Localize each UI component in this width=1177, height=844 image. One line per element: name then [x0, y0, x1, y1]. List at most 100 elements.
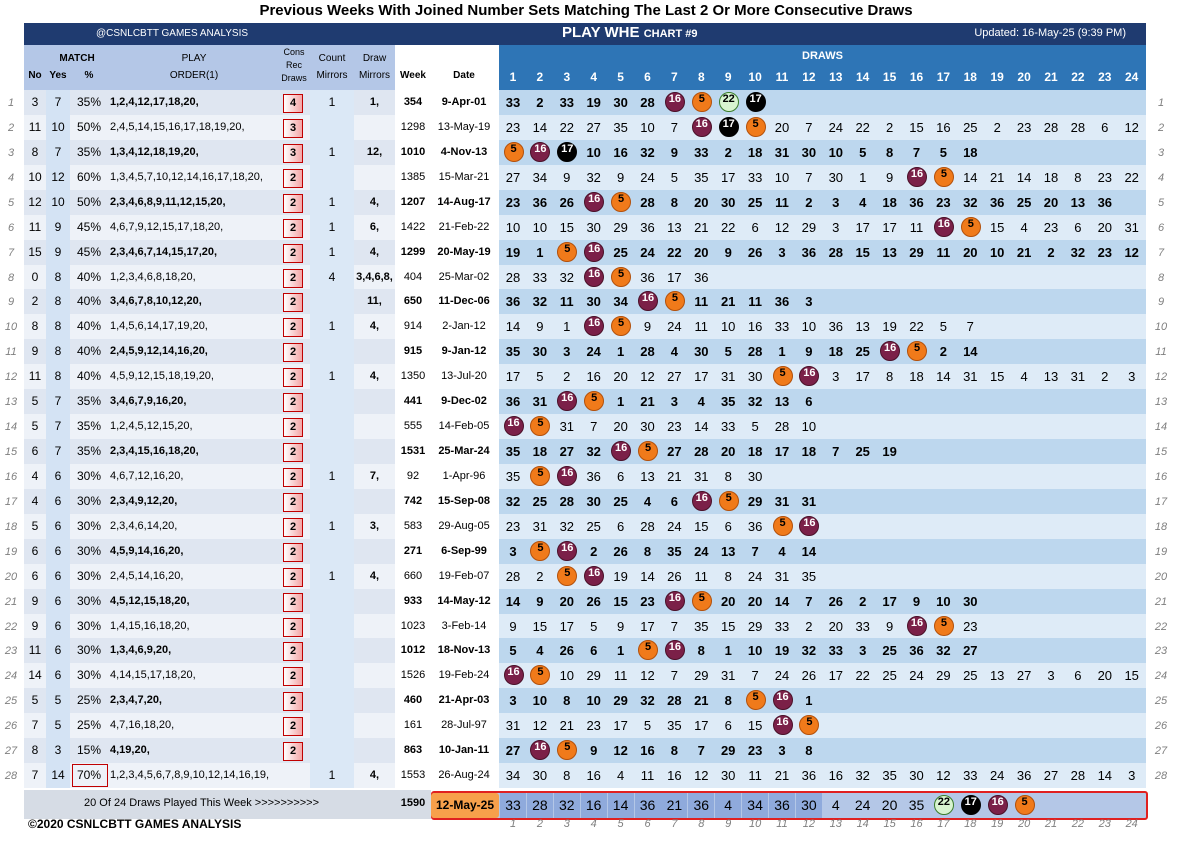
pct-cell: 30%	[76, 668, 102, 683]
yes-cell: 8	[54, 269, 62, 284]
draw-ball: 5	[557, 565, 578, 586]
draw-value: 30	[909, 768, 924, 784]
draw-value: 24	[828, 119, 844, 135]
yes-cell: 6	[54, 568, 62, 583]
no-cell: 11	[28, 119, 42, 134]
draw-value: 1	[616, 344, 625, 360]
draw-value: 35	[720, 394, 736, 410]
table-row: 11 6 30% 1,3,4,6,9,20, 2 1012 18-Nov-13 5 4 26 6 1 5…	[24, 638, 1146, 664]
draw-value: 24	[667, 518, 682, 534]
draw-value: 6	[751, 219, 759, 235]
table-row: 6 6 30% 4,5,9,14,16,20, 2 271 6-Sep-99 3 5 16 2 26 8…	[24, 538, 1146, 564]
play-order-cell: 1,4,15,16,18,20,	[110, 619, 190, 632]
cons-rec-draws-cell: 2	[283, 692, 303, 712]
draw-value: 15	[989, 369, 1005, 385]
draw-value: 5	[590, 618, 598, 634]
draw-value: 2	[1047, 244, 1055, 260]
draw-value: 11	[694, 294, 709, 310]
draw-ball: 22	[718, 92, 739, 112]
draw-ball: 16	[584, 266, 605, 287]
row-index: 25	[4, 695, 18, 708]
draw-value: 4	[1020, 369, 1028, 385]
draw-value: 16	[828, 768, 844, 784]
draw-value: 2	[563, 369, 571, 385]
draw-mirrors-cell	[354, 663, 395, 688]
order-header: ORDER(1)	[169, 70, 219, 81]
yes-cell: 6	[54, 543, 62, 558]
draw-ball: 5	[745, 690, 766, 711]
table-row: 4 6 30% 4,6,7,12,16,20, 2 1 7, 92 1-Apr-96 35 5 16 3…	[24, 463, 1146, 489]
draw-number-12: 12	[802, 70, 816, 84]
week-cell: 863	[403, 744, 423, 757]
draw-value: 1	[859, 169, 867, 185]
draw-value: 20	[559, 593, 575, 609]
yes-cell: 6	[54, 468, 62, 483]
draw-value: 15	[1124, 668, 1139, 684]
draw-value: 15	[747, 718, 763, 734]
draw-value: 18	[801, 444, 817, 460]
draw-value: 17	[774, 444, 790, 460]
row-index: 13	[1154, 396, 1168, 409]
draw-value: 8	[670, 743, 678, 759]
draw-mirrors-cell	[354, 439, 395, 464]
date-cell: 15-Sep-08	[438, 494, 490, 507]
draw-value: 20	[694, 244, 709, 260]
cons-rec-draws-cell: 4	[283, 94, 303, 113]
draw-value: 2	[993, 119, 1001, 135]
current-draw-value: 16	[580, 793, 607, 818]
current-draw-value: 28	[526, 793, 553, 818]
date-cell: 6-Sep-99	[441, 544, 487, 557]
draw-value: 9	[885, 618, 894, 634]
current-draw-value: 4	[831, 797, 840, 813]
draw-value: 3	[832, 194, 840, 210]
draw-value: 3	[832, 219, 840, 235]
date-cell: 9-Dec-02	[441, 395, 487, 408]
week-cell: 555	[403, 420, 423, 433]
draw-ball: 16	[611, 441, 632, 462]
draw-value: 16	[747, 319, 763, 335]
draw-value: 2	[859, 593, 867, 609]
row-index: 7	[7, 246, 15, 259]
draw-value: 16	[586, 369, 601, 385]
cons-rec-draws-cell: 3	[283, 118, 303, 138]
draw-value: 28	[1043, 119, 1059, 135]
draw-value: 32	[855, 768, 870, 784]
draw-number-14: 14	[856, 70, 870, 84]
table-row: 15 9 45% 2,3,4,6,7,14,15,17,20, 2 1 4, 1299 20-M…	[24, 239, 1146, 265]
week-cell: 914	[403, 320, 423, 333]
footer-draw-number: 6	[644, 818, 651, 830]
draw-value: 14	[963, 344, 978, 360]
draw-value: 29	[720, 743, 736, 759]
row-index: 23	[4, 645, 18, 658]
draw-value: 10	[747, 643, 763, 659]
week-cell: 583	[403, 519, 423, 532]
draw-value: 31	[1070, 369, 1086, 385]
count-mirrors-cell: 1	[328, 144, 336, 159]
table-row: 11 9 45% 4,6,7,9,12,15,17,18,20, 2 1 6, 1422 21-…	[24, 214, 1146, 240]
draw-value: 31	[720, 369, 736, 385]
draw-value: 14	[532, 119, 548, 135]
draw-value: 24	[640, 244, 655, 260]
draw-value: 12	[532, 718, 548, 734]
draw-value: 11	[909, 219, 924, 235]
table-row: 9 6 30% 1,4,15,16,18,20, 2 1023 3-Feb-14 9 15 17 5…	[24, 613, 1146, 639]
draw-value: 31	[774, 493, 790, 509]
week-cell: 650	[403, 295, 423, 308]
draw-value: 2	[536, 568, 544, 584]
draw-value: 29	[586, 668, 601, 684]
draw-number-10: 10	[748, 70, 762, 84]
draw-value: 18	[1043, 169, 1059, 185]
week-cell: 1012	[400, 644, 426, 657]
row-index: 25	[1154, 695, 1168, 708]
footer-draw-number: 7	[671, 818, 678, 830]
draw-value: 22	[720, 219, 736, 235]
draw-value: 30	[586, 493, 601, 509]
row-index: 6	[7, 221, 15, 234]
draw-value: 28	[559, 493, 575, 509]
date-cell: 20-May-19	[437, 245, 491, 258]
yes-cell: 5	[54, 693, 62, 708]
draw-value: 14	[1097, 768, 1113, 784]
draw-value: 21	[989, 169, 1005, 185]
draw-value: 12	[640, 668, 655, 684]
draw-value: 19	[774, 643, 790, 659]
